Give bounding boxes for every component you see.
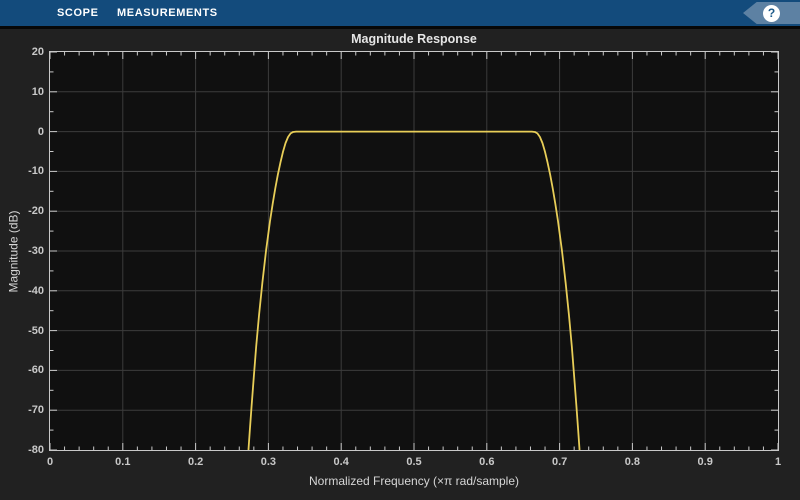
x-tick-label: 0.2 [187,456,204,468]
y-tick-label: -30 [28,245,44,257]
y-tick-label: -40 [28,284,44,297]
y-tick-label: -20 [28,205,44,218]
tab-measurements[interactable]: MEASUREMENTS [117,0,218,26]
help-icon: ? [763,4,780,22]
y-tick-label: -70 [28,404,44,417]
x-tick-label: 0.9 [697,456,713,468]
x-tick-label: 0.1 [115,456,131,468]
x-tick-label: 1 [774,456,782,468]
y-tick-label: -50 [28,324,44,337]
x-tick-label: 0.6 [479,456,495,468]
y-tick-label: 20 [31,46,44,58]
plot-title: Magnitude Response [351,32,477,46]
plot-canvas [50,52,778,450]
y-tick-label: -60 [28,364,44,377]
tab-scope[interactable]: SCOPE [57,0,99,26]
toolstrip-divider [0,26,800,29]
y-tick-label: 0 [37,125,44,138]
x-tick-label: 0.3 [260,456,277,468]
x-tick-label: 0.5 [406,456,422,468]
x-tick-label: 0.8 [624,456,641,468]
toolstrip: SCOPE MEASUREMENTS [0,0,800,26]
y-tick-label: -80 [28,444,44,456]
y-tick-label: 10 [31,85,44,98]
x-axis-label: Normalized Frequency (×π rad/sample) [308,474,520,488]
y-tick-label: -10 [28,165,44,178]
magnitude-response-plot[interactable] [49,51,779,451]
x-tick-label: 0.7 [551,456,568,468]
figure-area: Magnitude Response Normalized Frequency … [0,29,800,500]
x-tick-label: 0.4 [333,456,349,468]
x-tick-label: 0 [46,456,54,468]
